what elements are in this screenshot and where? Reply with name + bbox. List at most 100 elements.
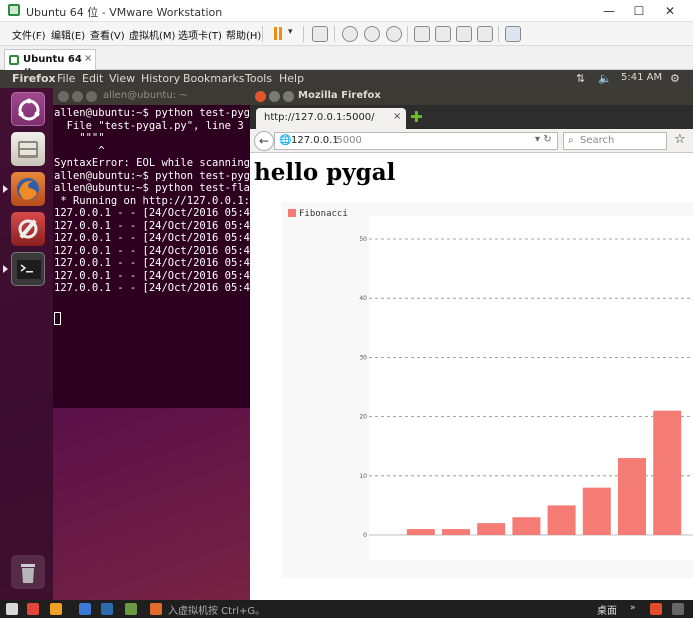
y-tick-label: 30 [359,354,367,361]
app-menu-help[interactable]: Help [279,72,304,85]
app-menu-history[interactable]: History [141,72,180,85]
trash-icon[interactable] [11,555,45,589]
minimize-button[interactable]: — [596,2,622,20]
vm-icon [9,55,19,65]
terminal-output[interactable]: allen@ubuntu:~$ python test-pyg File "te… [53,107,253,407]
pause-dropdown-icon[interactable]: ▾ [288,27,293,37]
firefox-window: Mozilla Firefox http://127.0.0.1:5000/ ×… [250,88,693,600]
taskbar-app-icon[interactable] [50,603,62,615]
browser-tab-label: http://127.0.0.1:5000/ [264,112,375,123]
vmware-app-icon [8,4,20,16]
toolbar-separator [498,26,499,42]
taskbar-app-icon[interactable] [125,603,137,615]
toolbar-separator [262,26,263,42]
maximize-button[interactable]: ☐ [626,2,652,20]
unity-icon[interactable] [477,26,493,42]
terminal-close-button[interactable] [58,91,69,102]
terminal-minimize-button[interactable] [72,91,83,102]
running-app-indicator [3,265,8,273]
send-keys-icon[interactable] [312,26,328,42]
pause-icon[interactable] [272,22,284,44]
toolbar-separator [303,26,304,42]
bar [547,505,576,535]
legend-swatch [288,209,296,217]
terminal-line: File "test-pygal.py", line 3 [54,119,244,132]
terminal-line: 127.0.0.1 - - [24/Oct/2016 05:4 [54,257,250,269]
menu-help[interactable]: 帮助(H) [226,27,261,42]
app-menu-tools[interactable]: Tools [245,72,272,85]
terminal-line: allen@ubuntu:~$ python test-fla [54,182,250,194]
firefox-maximize-button[interactable] [283,91,294,102]
menu-file[interactable]: 文件(F) [12,27,46,42]
terminal-line: 127.0.0.1 - - [24/Oct/2016 05:4 [54,219,250,232]
menu-vm[interactable]: 虚拟机(M) [129,27,175,42]
taskbar-app-icon[interactable] [27,603,39,615]
snapshot-icon[interactable] [342,26,358,42]
search-placeholder: Search [580,135,615,146]
active-app-indicator [3,185,8,193]
taskbar-app-icon[interactable] [101,603,113,615]
terminal-window[interactable]: allen@ubuntu: ~ allen@ubuntu:~$ python t… [53,88,253,408]
thumbnail-bar-icon[interactable] [435,26,451,42]
vmware-titlebar: Ubuntu 64 位 - VMware Workstation — ☐ ✕ [0,0,693,22]
tray-app-icon[interactable] [650,603,662,615]
search-box[interactable]: ⌕ Search [563,132,667,150]
settings-gear-icon[interactable]: ⚙ [670,72,680,85]
firefox-icon[interactable] [11,172,45,206]
firefox-titlebar: Mozilla Firefox [250,88,693,105]
y-tick-label: 50 [359,236,367,243]
chart-svg: Fibonacci 0 10 20 30 40 50 [288,209,693,560]
console-view-icon[interactable] [505,26,521,42]
browser-tab-close-button[interactable]: × [393,111,401,122]
taskbar-app-icon[interactable] [6,603,18,615]
system-settings-icon[interactable] [11,212,45,246]
terminal-maximize-button[interactable] [86,91,97,102]
firefox-window-title: Mozilla Firefox [298,90,381,101]
back-arrow-icon[interactable]: ← [254,131,274,151]
firefox-close-button[interactable] [255,91,266,102]
app-menu-bookmarks[interactable]: Bookmarks [183,72,244,85]
menu-tabs[interactable]: 选项卡(T) [178,27,222,42]
panel-clock[interactable]: 5:41 AM [621,72,662,83]
library-icon[interactable] [414,26,430,42]
firefox-minimize-button[interactable] [269,91,280,102]
new-tab-button[interactable]: ✚ [410,108,423,126]
vm-tab-close-button[interactable]: × [84,53,92,64]
firefox-navbar: ← 🌐 127.0.0.1 :5000 ▾ ↻ ⌕ Search ☆ [250,129,693,153]
app-menu-view[interactable]: View [109,72,135,85]
app-menu-firefox[interactable]: Firefox [12,72,56,85]
snapshot-manager-icon[interactable] [386,26,402,42]
bar [582,487,611,535]
bookmark-star-icon[interactable]: ☆ [674,132,686,147]
page-heading: hello pygal [254,159,396,186]
terminal-cursor [54,312,61,325]
volume-icon[interactable]: 🔈 [598,72,612,85]
pygal-chart: Fibonacci 0 10 20 30 40 50 [282,202,693,578]
app-menu-file[interactable]: File [57,72,75,85]
fullscreen-icon[interactable] [456,26,472,42]
browser-tab[interactable]: http://127.0.0.1:5000/ × [256,108,406,129]
y-tick-label: 40 [359,295,367,302]
vm-tab-ubuntu[interactable]: Ubuntu 64 位 × [4,49,96,80]
tray-app-icon[interactable] [672,603,684,615]
url-host: 127.0.0.1 [291,135,339,146]
terminal-line: 127.0.0.1 - - [24/Oct/2016 05:4 [54,244,250,257]
taskbar-app-icon[interactable] [79,603,91,615]
dash-home-icon[interactable] [11,92,45,126]
terminal-icon[interactable] [11,252,45,286]
menu-view[interactable]: 查看(V) [90,27,125,42]
taskbar-app-icon[interactable] [150,603,162,615]
url-bar[interactable]: 🌐 127.0.0.1 :5000 ▾ ↻ [274,132,558,150]
taskbar-desktop-label[interactable]: 桌面 [597,602,617,617]
app-menu-edit[interactable]: Edit [82,72,103,85]
menu-edit[interactable]: 编辑(E) [51,27,85,42]
revert-snapshot-icon[interactable] [364,26,380,42]
network-icon[interactable]: ⇅ [576,72,585,85]
terminal-line: allen@ubuntu:~$ python test-pyg [54,169,250,182]
tray-arrows-icon[interactable]: » [630,603,636,613]
bar [477,523,506,535]
close-window-button[interactable]: ✕ [657,2,683,20]
files-icon[interactable] [11,132,45,166]
taskbar-hint: 入虚拟机按 Ctrl+G。 [168,606,266,617]
url-reload-icon[interactable]: ▾ ↻ [535,134,552,145]
